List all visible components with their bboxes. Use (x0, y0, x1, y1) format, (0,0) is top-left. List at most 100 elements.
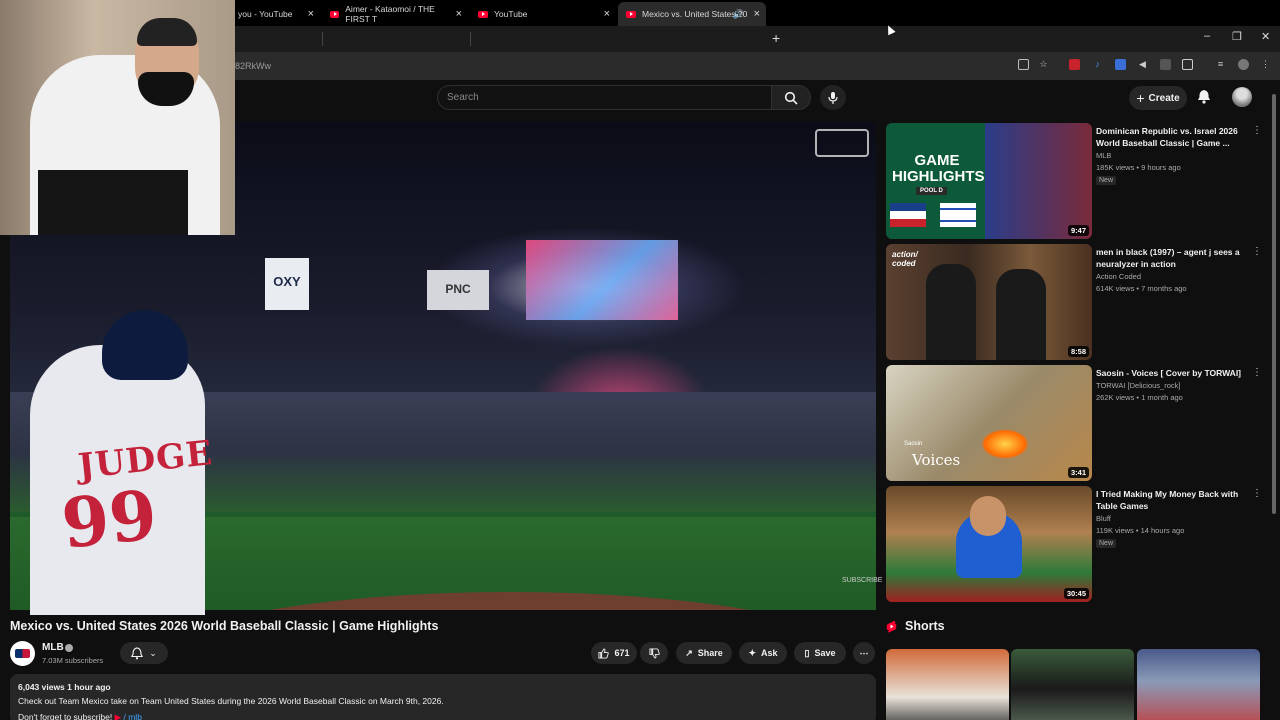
streamer-hair (137, 18, 197, 46)
browser-tab-you-youtube[interactable]: you - YouTube × (230, 2, 320, 26)
israel-flag-icon (940, 203, 976, 227)
agent-figure (996, 269, 1046, 360)
fire-effect (981, 429, 1029, 459)
page-scrollbar[interactable] (1272, 94, 1276, 514)
mlb-logo-icon (15, 649, 30, 658)
share-label: Share (697, 648, 723, 658)
channel-link-text: / mlb (121, 712, 142, 720)
stadium-scoreboard (526, 240, 678, 320)
search-input[interactable]: Search (437, 85, 771, 110)
thumbnail-subheadline: Saosin (904, 441, 923, 447)
subscribe-watermark[interactable]: SUBSCRIBE (842, 577, 882, 584)
recommendation-channel[interactable]: TORWAI [Delicious_rock] (1096, 381, 1180, 390)
media-control-icon[interactable]: ≡ (1215, 59, 1226, 70)
recommendation-channel[interactable]: MLB (1096, 151, 1111, 160)
browser-menu-icon[interactable]: ⋮ (1260, 59, 1271, 70)
audio-playing-icon[interactable]: 🔊 (733, 9, 744, 20)
url-text[interactable]: 82RkWw (235, 61, 271, 71)
thumbnail-headline: Voices (912, 451, 961, 469)
plus-icon: + (1136, 90, 1145, 106)
recommendation-item[interactable]: action/ coded 8:58 men in black (1997) –… (886, 244, 1276, 360)
tab-label: YouTube (494, 9, 528, 19)
create-label: Create (1148, 92, 1180, 104)
account-avatar[interactable] (1232, 87, 1252, 107)
youtube-channel-link[interactable]: ▶ / mlb (115, 712, 142, 720)
shield-extension-icon[interactable] (1115, 59, 1126, 70)
short-thumbnail[interactable] (1137, 649, 1260, 720)
browser-tab-youtube[interactable]: YouTube × (470, 2, 616, 26)
subscription-notify-button[interactable]: ⌄ (120, 642, 168, 664)
new-badge: New (1096, 539, 1117, 548)
channel-name[interactable]: MLB (42, 642, 64, 653)
agent-figure (926, 264, 976, 360)
recommendation-title[interactable]: Dominican Republic vs. Israel 2026 World… (1096, 125, 1248, 149)
ask-label: Ask (761, 648, 778, 658)
more-options-icon[interactable]: ⋮ (1252, 246, 1262, 257)
new-badge: New (1096, 176, 1117, 185)
restore-button[interactable]: ❐ (1232, 30, 1242, 43)
more-options-icon[interactable]: ⋮ (1252, 125, 1262, 136)
like-button[interactable]: 671 (591, 642, 637, 664)
gmail-extension-icon[interactable] (1069, 59, 1080, 70)
channel-avatar[interactable] (10, 641, 35, 666)
close-window-button[interactable]: ✕ (1261, 30, 1270, 43)
shorts-heading: Shorts (905, 619, 945, 633)
save-button[interactable]: ▯ Save (794, 642, 846, 664)
recommendation-channel[interactable]: Action Coded (1096, 272, 1141, 281)
video-thumbnail[interactable]: GAME HIGHLIGHTS POOL D 9:47 (886, 123, 1092, 239)
subscriber-count: 7.03M subscribers (42, 656, 104, 665)
bell-icon (131, 646, 144, 659)
video-thumbnail[interactable]: 30:45 (886, 486, 1092, 602)
browser-tab-mexico-vs-us[interactable]: Mexico vs. United States 20 🔊 × (618, 2, 766, 26)
bookmark-star-icon[interactable]: ☆ (1038, 59, 1049, 70)
create-button[interactable]: + Create (1129, 86, 1187, 110)
streamer-bag (38, 170, 188, 235)
tab-close-icon[interactable]: × (456, 8, 462, 20)
more-options-icon[interactable]: ⋮ (1252, 488, 1262, 499)
ask-button[interactable]: ✦ Ask (739, 642, 787, 664)
new-tab-button[interactable]: + (772, 30, 780, 46)
browser-tab-aimer[interactable]: Aimer - Kataomoi / THE FIRST T × (322, 2, 468, 26)
recommendation-title[interactable]: men in black (1997) – agent j sees a neu… (1096, 246, 1248, 270)
recommendation-title[interactable]: I Tried Making My Money Back with Table … (1096, 488, 1248, 512)
tab-separator (322, 32, 323, 46)
voice-search-button[interactable] (820, 85, 846, 110)
recommendation-item[interactable]: GAME HIGHLIGHTS POOL D 9:47 Dominican Re… (886, 123, 1276, 239)
minimize-button[interactable]: – (1204, 30, 1210, 42)
more-actions-button[interactable]: ⋯ (853, 642, 875, 664)
search-icon (784, 91, 798, 105)
search-button[interactable] (771, 85, 811, 110)
recommendation-item[interactable]: 30:45 I Tried Making My Money Back with … (886, 486, 1276, 602)
dislike-button[interactable] (640, 642, 668, 664)
tab-label: Mexico vs. United States 20 (642, 9, 748, 19)
video-thumbnail[interactable]: Voices Saosin 3:41 (886, 365, 1092, 481)
audio-extension-icon[interactable]: ♪ (1092, 59, 1103, 70)
tab-close-icon[interactable]: × (604, 8, 610, 20)
extensions-puzzle-icon[interactable] (1182, 59, 1193, 70)
thumbnail-subheadline: POOL D (916, 187, 947, 195)
save-label: Save (814, 648, 836, 658)
script-extension-icon[interactable] (1160, 59, 1171, 70)
thumbs-up-icon (598, 647, 610, 659)
like-count: 671 (614, 648, 630, 658)
short-thumbnail[interactable] (1011, 649, 1134, 720)
sparkle-icon: ✦ (748, 647, 757, 658)
notifications-bell-icon[interactable] (1197, 89, 1211, 109)
description-box[interactable]: 6,043 views 1 hour ago Check out Team Me… (10, 674, 876, 720)
microphone-icon (828, 91, 838, 104)
more-options-icon[interactable]: ⋮ (1252, 367, 1262, 378)
video-title: Mexico vs. United States 2026 World Base… (10, 619, 439, 633)
share-button[interactable]: ↗ Share (676, 642, 732, 664)
volume-extension-icon[interactable]: ◀ (1137, 59, 1148, 70)
install-app-icon[interactable] (1018, 59, 1029, 70)
profile-icon[interactable] (1238, 59, 1249, 70)
tab-close-icon[interactable]: × (754, 8, 760, 20)
short-thumbnail[interactable] (886, 649, 1009, 720)
recommendation-title[interactable]: Saosin - Voices [ Cover by TORWAI] (1096, 367, 1248, 379)
recommendation-stats: 119K views • 14 hours ago (1096, 526, 1185, 535)
video-thumbnail[interactable]: action/ coded 8:58 (886, 244, 1092, 360)
recommendation-channel[interactable]: Bluff (1096, 514, 1111, 523)
recommendation-item[interactable]: Voices Saosin 3:41 Saosin - Voices [ Cov… (886, 365, 1276, 481)
tab-close-icon[interactable]: × (308, 8, 314, 20)
youtube-favicon-icon (626, 10, 636, 18)
